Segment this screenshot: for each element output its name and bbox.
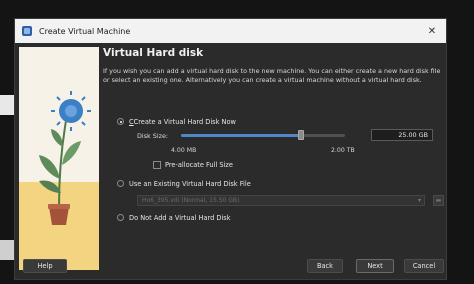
close-button[interactable]: ✕ bbox=[418, 19, 446, 43]
disk-size-slider-fill bbox=[181, 134, 301, 137]
disk-size-slider-handle[interactable] bbox=[297, 130, 304, 140]
page-title: Virtual Hard disk bbox=[103, 47, 204, 59]
disk-size-min-label: 4.00 MB bbox=[171, 147, 197, 154]
no-disk-label[interactable]: Do Not Add a Virtual Hard Disk bbox=[129, 214, 231, 222]
back-button[interactable]: Back bbox=[307, 259, 343, 273]
preallocate-label[interactable]: Pre-allocate Full Size bbox=[165, 161, 233, 169]
help-button[interactable]: Help bbox=[23, 259, 67, 273]
existing-disk-select: Ho6_395.vdi (Normal, 15.50 GB) ▾ bbox=[137, 195, 425, 206]
disk-size-label: Disk Size: bbox=[137, 132, 169, 140]
preallocate-checkbox[interactable] bbox=[153, 161, 161, 169]
create-disk-label-text: Create a Virtual Hard Disk Now bbox=[133, 118, 236, 126]
wizard-illustration bbox=[19, 47, 99, 270]
create-vm-dialog: Create Virtual Machine ✕ Virtual Hard di… bbox=[14, 18, 447, 280]
cancel-button[interactable]: Cancel bbox=[404, 259, 444, 273]
next-button[interactable]: Next bbox=[356, 259, 394, 273]
page-description: If you wish you can add a virtual hard d… bbox=[103, 67, 441, 84]
use-existing-label[interactable]: Use an Existing Virtual Hard Disk File bbox=[129, 180, 251, 188]
window-title: Create Virtual Machine bbox=[39, 26, 131, 36]
folder-icon: ▬ bbox=[435, 197, 442, 204]
close-icon: ✕ bbox=[427, 25, 437, 37]
background-window-edge bbox=[0, 95, 14, 115]
disk-size-slider[interactable] bbox=[181, 130, 345, 140]
potted-plant-icon bbox=[39, 91, 91, 225]
choose-disk-file-button: ▬ bbox=[433, 195, 444, 206]
use-existing-radio[interactable] bbox=[117, 180, 124, 187]
title-bar: Create Virtual Machine ✕ bbox=[15, 19, 446, 43]
disk-size-max-label: 2.00 TB bbox=[331, 147, 355, 154]
existing-disk-select-value: Ho6_395.vdi (Normal, 15.50 GB) bbox=[142, 197, 240, 204]
create-disk-label[interactable]: CCreate a Virtual Hard Disk Now bbox=[129, 118, 236, 126]
create-disk-radio[interactable] bbox=[117, 118, 124, 125]
no-disk-radio[interactable] bbox=[117, 214, 124, 221]
background-window-edge-lower bbox=[0, 240, 14, 260]
virtualbox-icon bbox=[22, 26, 32, 36]
wizard-content: Virtual Hard disk If you wish you can ad… bbox=[103, 47, 444, 247]
chevron-down-icon: ▾ bbox=[417, 197, 421, 204]
disk-size-input[interactable]: 25.00 GB bbox=[371, 129, 433, 141]
